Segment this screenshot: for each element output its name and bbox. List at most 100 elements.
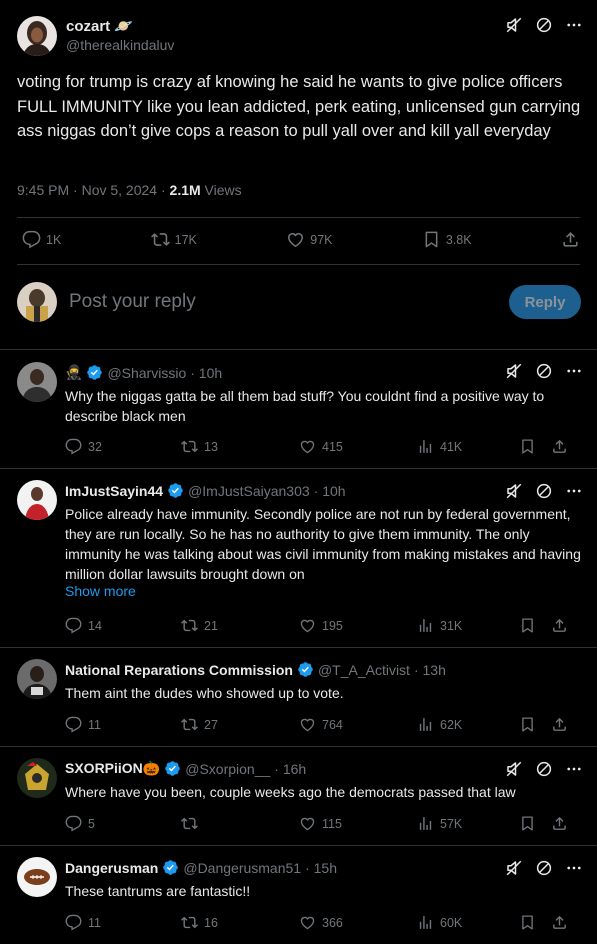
block-icon[interactable] [535,859,553,877]
avatar[interactable] [17,362,57,402]
share-button[interactable] [561,230,580,249]
avatar[interactable] [17,16,57,56]
reply-author-name[interactable]: SXORPiiON🎃 [65,760,160,777]
reply-author-name[interactable]: ImJustSayin44 [65,483,163,499]
more-icon[interactable] [565,482,583,500]
main-tweet-header: cozart 🪐 @therealkindaluv [17,16,174,56]
verified-icon [164,760,181,777]
tweet-time[interactable]: 9:45 PM · Nov 5, 2024 · [17,182,170,198]
reply-actions-top [505,859,583,877]
retweet-button[interactable]: 17K [151,230,197,249]
retweet-icon [181,716,198,733]
author-name[interactable]: cozart 🪐 [66,18,174,36]
like-button[interactable]: 195 [299,617,417,634]
reply-icon [65,914,82,931]
block-icon[interactable] [535,362,553,380]
mute-icon[interactable] [505,482,523,500]
reply-author-name[interactable]: 🥷 [65,364,82,381]
block-icon[interactable] [535,482,553,500]
more-icon[interactable] [565,760,583,778]
reply-item[interactable]: 🥷 @Sharvissio · 10h Why the niggas gatta… [0,350,597,468]
retweet-button[interactable]: 21 [181,617,299,634]
show-more-link[interactable]: Show more [65,583,136,599]
share-icon [551,438,568,455]
views-icon [417,815,434,832]
avatar[interactable] [17,480,57,520]
retweet-button[interactable] [181,815,299,832]
bookmark-button[interactable] [519,617,551,634]
bookmark-icon [519,617,536,634]
reply-time[interactable]: · 15h [305,860,337,876]
reply-text: Why the niggas gatta be all them bad stu… [65,388,545,424]
reply-item[interactable]: SXORPiiON🎃 @Sxorpion__ · 16h Where have … [0,746,597,845]
reply-text: Police already have immunity. Secondly p… [65,506,581,582]
like-button[interactable]: 115 [299,815,417,832]
block-icon[interactable] [535,760,553,778]
verified-icon [86,364,103,381]
reply-button[interactable]: 5 [65,815,181,832]
divider [17,264,580,265]
bookmark-button[interactable] [519,716,551,733]
retweet-button[interactable]: 27 [181,716,299,733]
reply-time[interactable]: · 13h [414,662,446,678]
reply-item[interactable]: National Reparations Commission @T_A_Act… [0,647,597,746]
reply-icon [65,716,82,733]
views-button[interactable]: 57K [417,815,519,832]
more-icon[interactable] [565,16,583,34]
like-button[interactable]: 97K [286,230,333,249]
views-button[interactable]: 41K [417,438,519,455]
reply-item[interactable]: ImJustSayin44 @ImJustSaiyan303 · 10h Pol… [0,468,597,646]
like-button[interactable]: 764 [299,716,417,733]
like-count: 115 [322,816,342,831]
author-handle[interactable]: @therealkindaluv [66,36,174,54]
reply-button[interactable]: 11 [65,716,181,733]
reply-author-handle[interactable]: @Sxorpion__ [185,761,270,777]
reply-count: 11 [88,915,101,930]
views-count: 57K [440,816,463,831]
reply-time[interactable]: · 10h [190,365,222,381]
reply-button[interactable]: 14 [65,617,181,634]
avatar[interactable] [17,758,57,798]
reply-author-handle[interactable]: @ImJustSaiyan303 [188,483,310,499]
retweet-button[interactable]: 13 [181,438,299,455]
bookmark-button[interactable]: 3.8K [422,230,472,249]
reply-author-handle[interactable]: @Dangerusman51 [183,860,301,876]
mute-icon[interactable] [505,16,523,34]
reply-author-handle[interactable]: @Sharvissio [107,365,186,381]
share-button[interactable] [551,438,568,455]
share-button[interactable] [551,914,568,931]
reply-author-handle[interactable]: @T_A_Activist [318,662,410,678]
reply-button[interactable]: 1K [22,230,61,249]
views-button[interactable]: 60K [417,914,519,931]
block-icon[interactable] [535,16,553,34]
reply-time[interactable]: · 16h [274,761,306,777]
reply-submit-button[interactable]: Reply [509,285,581,319]
bookmark-button[interactable] [519,438,551,455]
reply-button[interactable]: 32 [65,438,181,455]
reply-time[interactable]: · 10h [314,483,346,499]
more-icon[interactable] [565,362,583,380]
reply-header: National Reparations Commission @T_A_Act… [65,661,446,678]
views-button[interactable]: 62K [417,716,519,733]
share-button[interactable] [551,716,568,733]
bookmark-button[interactable] [519,815,551,832]
more-icon[interactable] [565,859,583,877]
mute-icon[interactable] [505,859,523,877]
reply-author-name[interactable]: National Reparations Commission [65,662,293,678]
reply-button[interactable]: 11 [65,914,181,931]
share-button[interactable] [551,617,568,634]
reply-item[interactable]: Dangerusman @Dangerusman51 · 15h These t… [0,845,597,944]
reply-author-name[interactable]: Dangerusman [65,860,158,876]
reply-input[interactable] [67,290,509,314]
views-button[interactable]: 31K [417,617,519,634]
retweet-button[interactable]: 16 [181,914,299,931]
like-button[interactable]: 366 [299,914,417,931]
mute-icon[interactable] [505,362,523,380]
views-count: 31K [440,618,463,633]
avatar[interactable] [17,857,57,897]
bookmark-button[interactable] [519,914,551,931]
avatar[interactable] [17,659,57,699]
share-button[interactable] [551,815,568,832]
like-button[interactable]: 415 [299,438,417,455]
mute-icon[interactable] [505,760,523,778]
